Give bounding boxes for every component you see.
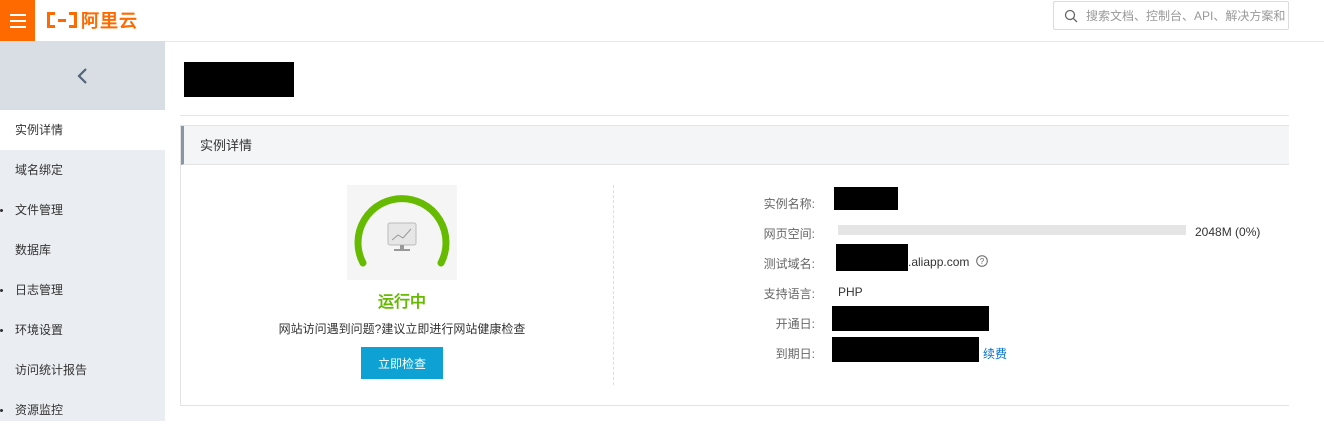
sidebar: 实例详情域名绑定文件管理数据库日志管理环境设置访问统计报告 资源监控: [0, 41, 165, 421]
sidebar-item[interactable]: 数据库: [0, 230, 165, 270]
bullet-icon: [0, 289, 3, 292]
open-date-label: 开通日:: [775, 317, 815, 331]
sidebar-item-label: 访问统计报告: [15, 363, 88, 377]
redacted-page-title: [184, 62, 294, 97]
top-bar: 阿里云: [0, 0, 1324, 42]
sidebar-item[interactable]: 访问统计报告: [0, 350, 165, 390]
sidebar-item-label: 实例详情: [15, 123, 64, 137]
sidebar-item[interactable]: 资源监控: [0, 390, 165, 430]
status-gauge: [347, 185, 457, 280]
svg-text:?: ?: [980, 257, 985, 266]
panel-title: 实例详情: [181, 126, 1289, 165]
web-space-label: 网页空间:: [763, 227, 815, 241]
search-input[interactable]: [1084, 7, 1288, 24]
redacted-instance-name: [834, 187, 898, 210]
renew-link[interactable]: 续费: [983, 345, 1007, 362]
sidebar-item[interactable]: 环境设置: [0, 310, 165, 350]
help-icon[interactable]: ?: [976, 255, 988, 267]
sidebar-item-label: 环境设置: [15, 323, 64, 337]
sidebar-nav: 实例详情域名绑定文件管理数据库日志管理环境设置访问统计报告 资源监控: [0, 110, 165, 430]
sidebar-item-label: 文件管理: [15, 203, 64, 217]
instance-name-label: 实例名称:: [763, 197, 815, 211]
sidebar-item[interactable]: 域名绑定: [0, 150, 165, 190]
sidebar-item[interactable]: 实例详情: [0, 110, 165, 150]
sidebar-item[interactable]: 日志管理: [0, 270, 165, 310]
web-space-progress: [838, 225, 1186, 235]
bullet-icon: [0, 329, 3, 332]
sidebar-item[interactable]: 文件管理: [0, 190, 165, 230]
logo-mark-icon: [47, 12, 77, 28]
instance-detail-panel: 实例详情 运行中 网站访问遇到问题?建议立即进行网站健康检查 立即检查 实例名称…: [180, 125, 1289, 406]
redacted-expire-date: [832, 337, 979, 362]
server-status-icon: [354, 195, 450, 267]
bullet-icon: [0, 209, 3, 212]
menu-icon[interactable]: [0, 0, 35, 41]
logo-text: 阿里云: [81, 11, 138, 31]
sidebar-item-label: 域名绑定: [15, 163, 64, 177]
web-space-value: 2048M (0%): [1195, 225, 1261, 239]
expire-date-label: 到期日:: [775, 347, 815, 361]
collapse-sidebar-button[interactable]: [0, 41, 165, 110]
chevron-left-icon: [76, 67, 87, 84]
search-box[interactable]: [1053, 1, 1289, 30]
sidebar-item-label: 日志管理: [15, 283, 64, 297]
language-value: PHP: [838, 285, 863, 299]
health-check-button[interactable]: 立即检查: [361, 347, 443, 379]
language-label: 支持语言:: [763, 287, 815, 301]
search-icon[interactable]: [1064, 9, 1078, 23]
status-text: 运行中: [377, 294, 426, 311]
health-check-hint: 网站访问遇到问题?建议立即进行网站健康检查: [278, 322, 526, 336]
aliyun-logo[interactable]: 阿里云: [47, 8, 138, 32]
vertical-divider: [613, 185, 614, 385]
sidebar-item-label: 资源监控: [15, 403, 64, 417]
sidebar-item-label: 数据库: [15, 243, 52, 257]
divider: [180, 115, 1289, 116]
test-domain-label: 测试域名:: [763, 257, 815, 271]
test-domain-suffix[interactable]: .aliapp.com: [908, 255, 969, 269]
redacted-domain-prefix: [836, 244, 908, 271]
redacted-open-date: [832, 306, 989, 331]
bullet-icon: [0, 409, 3, 412]
